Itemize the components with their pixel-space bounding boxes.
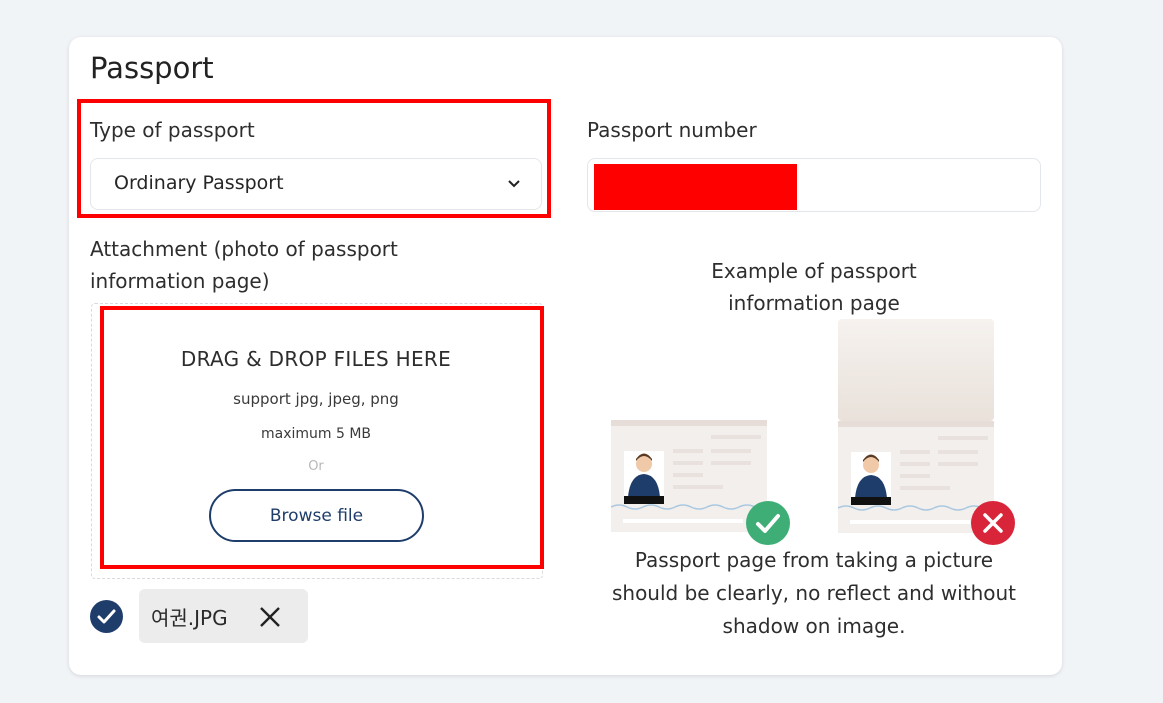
passport-card: Passport Type of passport Ordinary Passp… — [69, 37, 1062, 675]
passport-type-select[interactable]: Ordinary Passport — [90, 158, 542, 210]
example-caption-line3: shadow on image. — [722, 614, 906, 638]
upload-success-icon — [90, 600, 123, 633]
redaction-block — [594, 164, 797, 210]
passport-type-label: Type of passport — [90, 118, 255, 142]
dropzone-max-text: maximum 5 MB — [260, 426, 372, 442]
check-icon — [746, 501, 790, 545]
attachment-label-line1: Attachment (photo of passport — [90, 237, 398, 261]
browse-file-button[interactable]: Browse file — [209, 489, 424, 542]
example-title: Example of passport information page — [587, 255, 1041, 319]
example-title-line2: information page — [728, 291, 900, 315]
dropzone-support-text: support jpg, jpeg, png — [233, 390, 399, 408]
example-caption-line1: Passport page from taking a picture — [634, 548, 994, 572]
chevron-down-icon — [508, 180, 520, 188]
example-title-line1: Example of passport — [711, 259, 917, 283]
remove-file-icon[interactable] — [257, 604, 283, 630]
passport-number-field[interactable] — [587, 158, 1041, 212]
dropzone-title: DRAG & DROP FILES HERE — [180, 347, 452, 371]
section-title: Passport — [90, 51, 214, 85]
uploaded-file-name: 여권.JPG — [151, 606, 228, 630]
attachment-label-line2: information page) — [90, 269, 270, 293]
cross-icon — [971, 501, 1015, 545]
passport-number-label: Passport number — [587, 118, 757, 142]
example-caption-line2: should be clearly, no reflect and withou… — [611, 581, 1017, 605]
uploaded-file-chip: 여권.JPG — [139, 589, 308, 643]
passport-type-value: Ordinary Passport — [114, 172, 284, 194]
dropzone-or-text: Or — [308, 459, 324, 474]
example-caption: Passport page from taking a picture shou… — [587, 544, 1041, 643]
